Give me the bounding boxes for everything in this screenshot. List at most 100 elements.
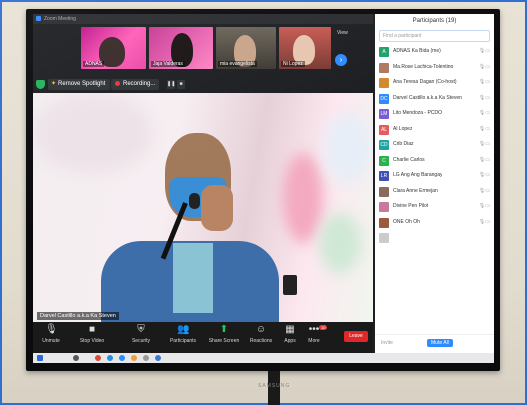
avatar: LR [379, 171, 389, 181]
speaker-hand [201, 185, 233, 231]
stop-video-button[interactable]: ■ Stop Video [77, 324, 107, 344]
taskbar-app-icon[interactable] [107, 355, 113, 361]
windows-taskbar [33, 353, 494, 363]
taskbar-app-icon[interactable] [131, 355, 137, 361]
microphone-icon: 🎙▭ [478, 172, 490, 178]
participant-row[interactable]: A ADNAS Ka Bida (me) 🎙▭ [375, 45, 494, 61]
stop-recording-icon[interactable]: ■ [177, 80, 185, 89]
window-title: Zoom Meeting [44, 16, 76, 22]
avatar [379, 233, 389, 243]
avatar [379, 78, 389, 88]
toolbar-label: More [308, 338, 320, 344]
taskbar-app-icon[interactable] [155, 355, 161, 361]
view-button[interactable]: View [337, 30, 348, 36]
unmute-button[interactable]: 🎙 Unmute [39, 324, 63, 344]
participants-title: Participants (19) [412, 18, 457, 24]
gallery-tile[interactable]: mia evangelista [216, 27, 276, 69]
leave-button[interactable]: Leave [344, 331, 368, 342]
zoom-taskbar-icon[interactable] [119, 355, 125, 361]
spotlight-bar: ✦ Remove Spotlight Recording... ❚❚ ■ [33, 77, 373, 93]
participant-row[interactable]: ONE Oh Oh 🎙▭ [375, 216, 494, 232]
participant-row[interactable]: Ma.Rose Lachica-Tolentino 🎙▭ [375, 61, 494, 77]
start-icon[interactable] [37, 355, 43, 361]
share-screen-button[interactable]: ⬆ Share Screen [207, 324, 241, 344]
background-blur [319, 213, 361, 273]
microphone-icon: 🎙▭ [478, 218, 490, 225]
microphone-icon: 🎙▭ [478, 79, 490, 85]
gallery-tile-name: ADNAS [83, 61, 105, 67]
avatar [379, 217, 389, 228]
chevron-right-icon[interactable]: › [335, 54, 347, 66]
participant-row[interactable]: Clara Anne Ermejan 🎙▭ [375, 185, 494, 201]
background-blur [33, 93, 153, 173]
mute-all-button[interactable]: Mute All [427, 339, 453, 347]
participant-name: LG Ang Ang Barangay [393, 172, 443, 178]
avatar [379, 186, 389, 197]
participant-row[interactable] [375, 231, 494, 247]
reactions-button[interactable]: ☺ Reactions [245, 324, 277, 344]
participant-row[interactable]: Ana Teresa Dagan (Co-host) 🎙▭ [375, 76, 494, 92]
recording-label: Recording... [123, 81, 156, 87]
avatar: A [379, 47, 389, 57]
toolbar-label: Stop Video [79, 338, 105, 344]
toolbar-label: Share Screen [208, 338, 240, 344]
toolbar-label: Security [131, 338, 151, 344]
background-blur [283, 153, 323, 243]
toolbar-label: Participants [169, 338, 197, 344]
search-icon[interactable] [73, 355, 79, 361]
microphone-icon: 🎙▭ [478, 156, 490, 163]
participants-icon: 👥 [177, 324, 190, 335]
participant-name: Charlie Carlos [393, 156, 425, 163]
participant-list: A ADNAS Ka Bida (me) 🎙▭ Ma.Rose Lachica-To… [375, 45, 494, 247]
avatar [379, 202, 389, 212]
participant-row[interactable]: LM Lito Mendoza - PCDO 🎙▭ [375, 107, 494, 123]
tv-brand: SAMSUNG [258, 383, 291, 389]
microphone-icon: 🎙▭ [478, 203, 490, 209]
participant-name: Ma.Rose Lachica-Tolentino [393, 63, 454, 70]
participant-row[interactable]: CD Crib Diaz 🎙▭ [375, 138, 494, 154]
participant-name: Ana Teresa Dagan (Co-host) [393, 79, 457, 85]
participant-name: Divine Pen Pilot [393, 203, 429, 209]
window-titlebar: Zoom Meeting [33, 14, 373, 24]
microphone-icon: 🎙▭ [478, 187, 490, 194]
gallery-tile[interactable]: ADNAS [81, 27, 146, 69]
participants-button[interactable]: 👥 Participants [165, 324, 201, 344]
microphone-icon [189, 193, 200, 209]
gallery-tile[interactable]: Ni Lopez [279, 27, 331, 69]
avatar: DC [379, 93, 389, 104]
microphone-icon: 🎙▭ [478, 110, 490, 116]
microphone-icon: 🎙▭ [478, 63, 490, 70]
microphone-icon: 🎙▭ [478, 141, 490, 147]
recording-dot-icon [115, 80, 120, 86]
participants-footer: Invite Mute All [375, 334, 494, 353]
gallery-tile-name: mia evangelista [218, 61, 257, 67]
taskbar-app-icon[interactable] [143, 355, 149, 361]
zoom-app-icon [36, 16, 41, 22]
avatar: CD [379, 140, 389, 150]
participant-row[interactable]: DC Darvel Castillo a.k.a Ka Steven 🎙▭ [375, 92, 494, 108]
gallery-tile-name: Jaja Valderas [151, 61, 185, 67]
toolbar-label: Apps [284, 338, 296, 344]
taskbar-app-icon[interactable] [95, 355, 101, 361]
avatar: LM [379, 109, 389, 119]
invite-button[interactable]: Invite [381, 340, 393, 346]
reactions-icon: ☺ [255, 324, 267, 335]
participant-row[interactable]: Divine Pen Pilot 🎙▭ [375, 200, 494, 216]
share-screen-icon: ⬆ [219, 324, 229, 335]
participant-search-input[interactable]: Find a participant [379, 30, 490, 42]
security-button[interactable]: ⛨ Security [127, 324, 155, 344]
participant-row[interactable]: LR LG Ang Ang Barangay 🎙▭ [375, 169, 494, 185]
participant-row[interactable]: C Charlie Carlos 🎙▭ [375, 154, 494, 170]
shield-icon: ⛨ [137, 324, 145, 335]
main-video: Darvel Castillo a.k.a Ka Steven [33, 93, 373, 322]
participant-row[interactable]: AL Al Lopez 🎙▭ [375, 123, 494, 139]
remove-spotlight-button[interactable]: ✦ Remove Spotlight [48, 79, 111, 90]
speaker-name-label: Darvel Castillo a.k.a Ka Steven [37, 312, 119, 320]
gallery-tile[interactable]: Jaja Valderas [149, 27, 213, 69]
encryption-shield-icon [36, 80, 45, 89]
participant-name: Clara Anne Ermejan [393, 187, 438, 194]
recording-indicator: Recording... [111, 79, 160, 90]
apps-icon: ▦ [285, 324, 295, 335]
pause-recording-icon[interactable]: ❚❚ [167, 80, 175, 89]
apps-button[interactable]: ▦ Apps [281, 324, 299, 344]
